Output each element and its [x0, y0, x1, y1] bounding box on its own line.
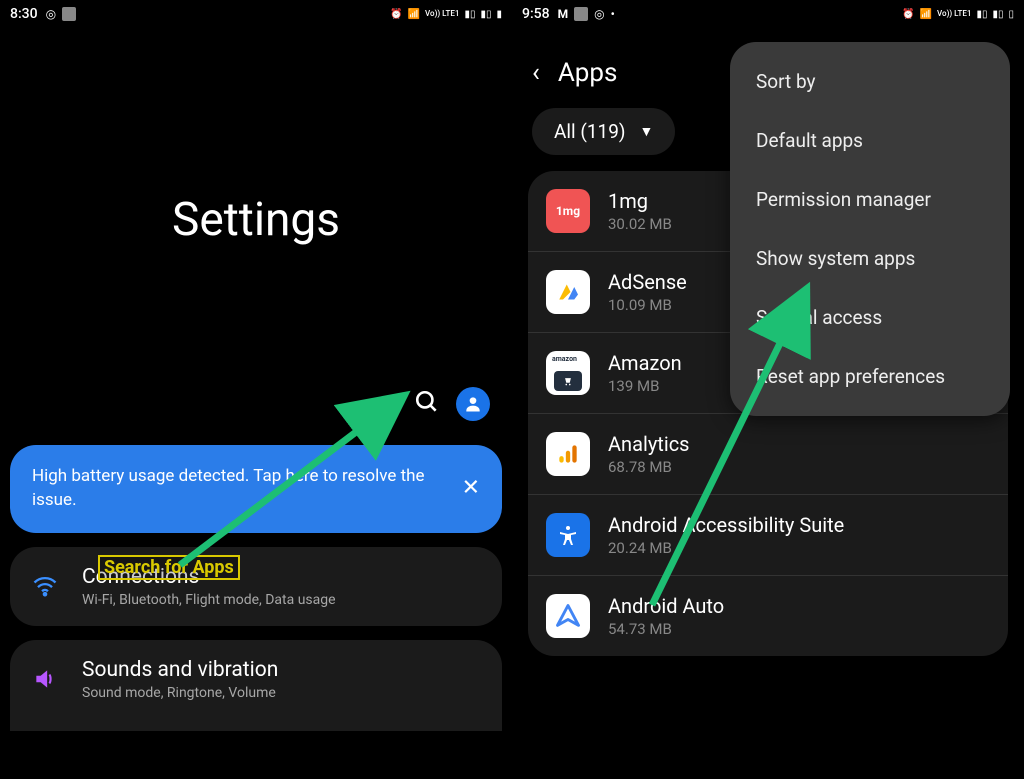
alarm-icon: ⏰: [902, 9, 914, 20]
app-icon: [546, 432, 590, 476]
left-screenshot: 8:30 ◎ ⏰ 📶 Vo)) LTE1 ▮▯ ▮▯ ▮ Settings Hi…: [0, 0, 512, 779]
app-size: 139 MB: [608, 377, 682, 395]
card-title: Sounds and vibration: [82, 658, 278, 682]
status-bar: 8:30 ◎ ⏰ 📶 Vo)) LTE1 ▮▯ ▮▯ ▮: [0, 0, 512, 28]
app-icon: [546, 594, 590, 638]
sound-icon: [30, 666, 60, 692]
card-subtitle: Wi-Fi, Bluetooth, Flight mode, Data usag…: [82, 592, 336, 608]
signal-icon-2: ▮▯: [992, 9, 1003, 20]
annotation-label: Search for Apps: [98, 555, 240, 580]
menu-sort-by[interactable]: Sort by: [730, 52, 1010, 111]
menu-reset-app-prefs[interactable]: Reset app preferences: [730, 347, 1010, 406]
dot-icon: •: [611, 7, 615, 21]
app-icon: [546, 513, 590, 557]
app-size: 68.78 MB: [608, 458, 690, 476]
status-time: 9:58: [522, 6, 550, 22]
app-row-accessibility[interactable]: Android Accessibility Suite 20.24 MB: [528, 495, 1008, 576]
wifi-icon: 📶: [408, 9, 420, 20]
app-row-android-auto[interactable]: Android Auto 54.73 MB: [528, 576, 1008, 656]
app-name: Analytics: [608, 432, 690, 456]
instagram-icon: ◎: [46, 7, 56, 21]
m-icon: M: [558, 7, 569, 21]
wifi-icon: [30, 572, 60, 600]
menu-special-access[interactable]: Special access: [730, 288, 1010, 347]
volte-icon: Vo)) LTE1: [425, 10, 459, 18]
battery-icon: ▯: [1008, 9, 1014, 20]
menu-default-apps[interactable]: Default apps: [730, 111, 1010, 170]
menu-permission-manager[interactable]: Permission manager: [730, 170, 1010, 229]
instagram-icon: ◎: [594, 7, 604, 21]
search-icon[interactable]: [414, 389, 440, 419]
status-right-icons: ⏰ 📶 Vo)) LTE1 ▮▯ ▮▯ ▮: [390, 9, 502, 20]
alert-text: High battery usage detected. Tap here to…: [32, 466, 425, 510]
app-name: Amazon: [608, 351, 682, 375]
app-notification-icon: [574, 7, 588, 21]
app-notification-icon: [62, 7, 76, 21]
wifi-icon: 📶: [920, 9, 932, 20]
app-name: Android Auto: [608, 594, 724, 618]
app-size: 30.02 MB: [608, 215, 672, 233]
app-name: AdSense: [608, 270, 687, 294]
status-time: 8:30: [10, 6, 38, 22]
status-bar: 9:58 M ◎ • ⏰ 📶 Vo)) LTE1 ▮▯ ▮▯ ▯: [512, 0, 1024, 28]
header-title: Apps: [558, 58, 618, 88]
app-name: 1mg: [608, 189, 672, 213]
connections-card[interactable]: Connections Wi-Fi, Bluetooth, Flight mod…: [10, 547, 502, 626]
alarm-icon: ⏰: [390, 9, 402, 20]
chevron-down-icon: ▼: [640, 123, 654, 140]
page-title: Settings: [0, 193, 512, 247]
app-icon: 1mg: [546, 189, 590, 233]
card-subtitle: Sound mode, Ringtone, Volume: [82, 685, 278, 701]
right-screenshot: 9:58 M ◎ • ⏰ 📶 Vo)) LTE1 ▮▯ ▮▯ ▯ ‹ Apps …: [512, 0, 1024, 779]
app-row-analytics[interactable]: Analytics 68.78 MB: [528, 414, 1008, 495]
status-left-icons: M ◎ •: [558, 7, 615, 21]
status-right-icons: ⏰ 📶 Vo)) LTE1 ▮▯ ▮▯ ▯: [902, 9, 1014, 20]
signal-icon-2: ▮▯: [480, 9, 491, 20]
close-icon[interactable]: ✕: [462, 473, 480, 504]
back-icon[interactable]: ‹: [532, 58, 540, 88]
overflow-menu: Sort by Default apps Permission manager …: [730, 42, 1010, 416]
battery-alert-card[interactable]: High battery usage detected. Tap here to…: [10, 445, 502, 533]
app-size: 20.24 MB: [608, 539, 844, 557]
filter-label: All (119): [554, 120, 626, 143]
volte-icon: Vo)) LTE1: [937, 10, 971, 18]
signal-icon: ▮▯: [464, 9, 475, 20]
profile-icon[interactable]: [456, 387, 490, 421]
app-icon: [546, 270, 590, 314]
menu-show-system-apps[interactable]: Show system apps: [730, 229, 1010, 288]
status-left-icons: ◎: [46, 7, 76, 21]
signal-icon: ▮▯: [976, 9, 987, 20]
action-row: [0, 387, 512, 421]
app-icon: amazon: [546, 351, 590, 395]
battery-icon: ▮: [496, 9, 502, 20]
app-size: 54.73 MB: [608, 620, 724, 638]
filter-dropdown[interactable]: All (119) ▼: [532, 108, 675, 155]
sounds-card[interactable]: Sounds and vibration Sound mode, Rington…: [10, 640, 502, 731]
app-size: 10.09 MB: [608, 296, 687, 314]
app-name: Android Accessibility Suite: [608, 513, 844, 537]
